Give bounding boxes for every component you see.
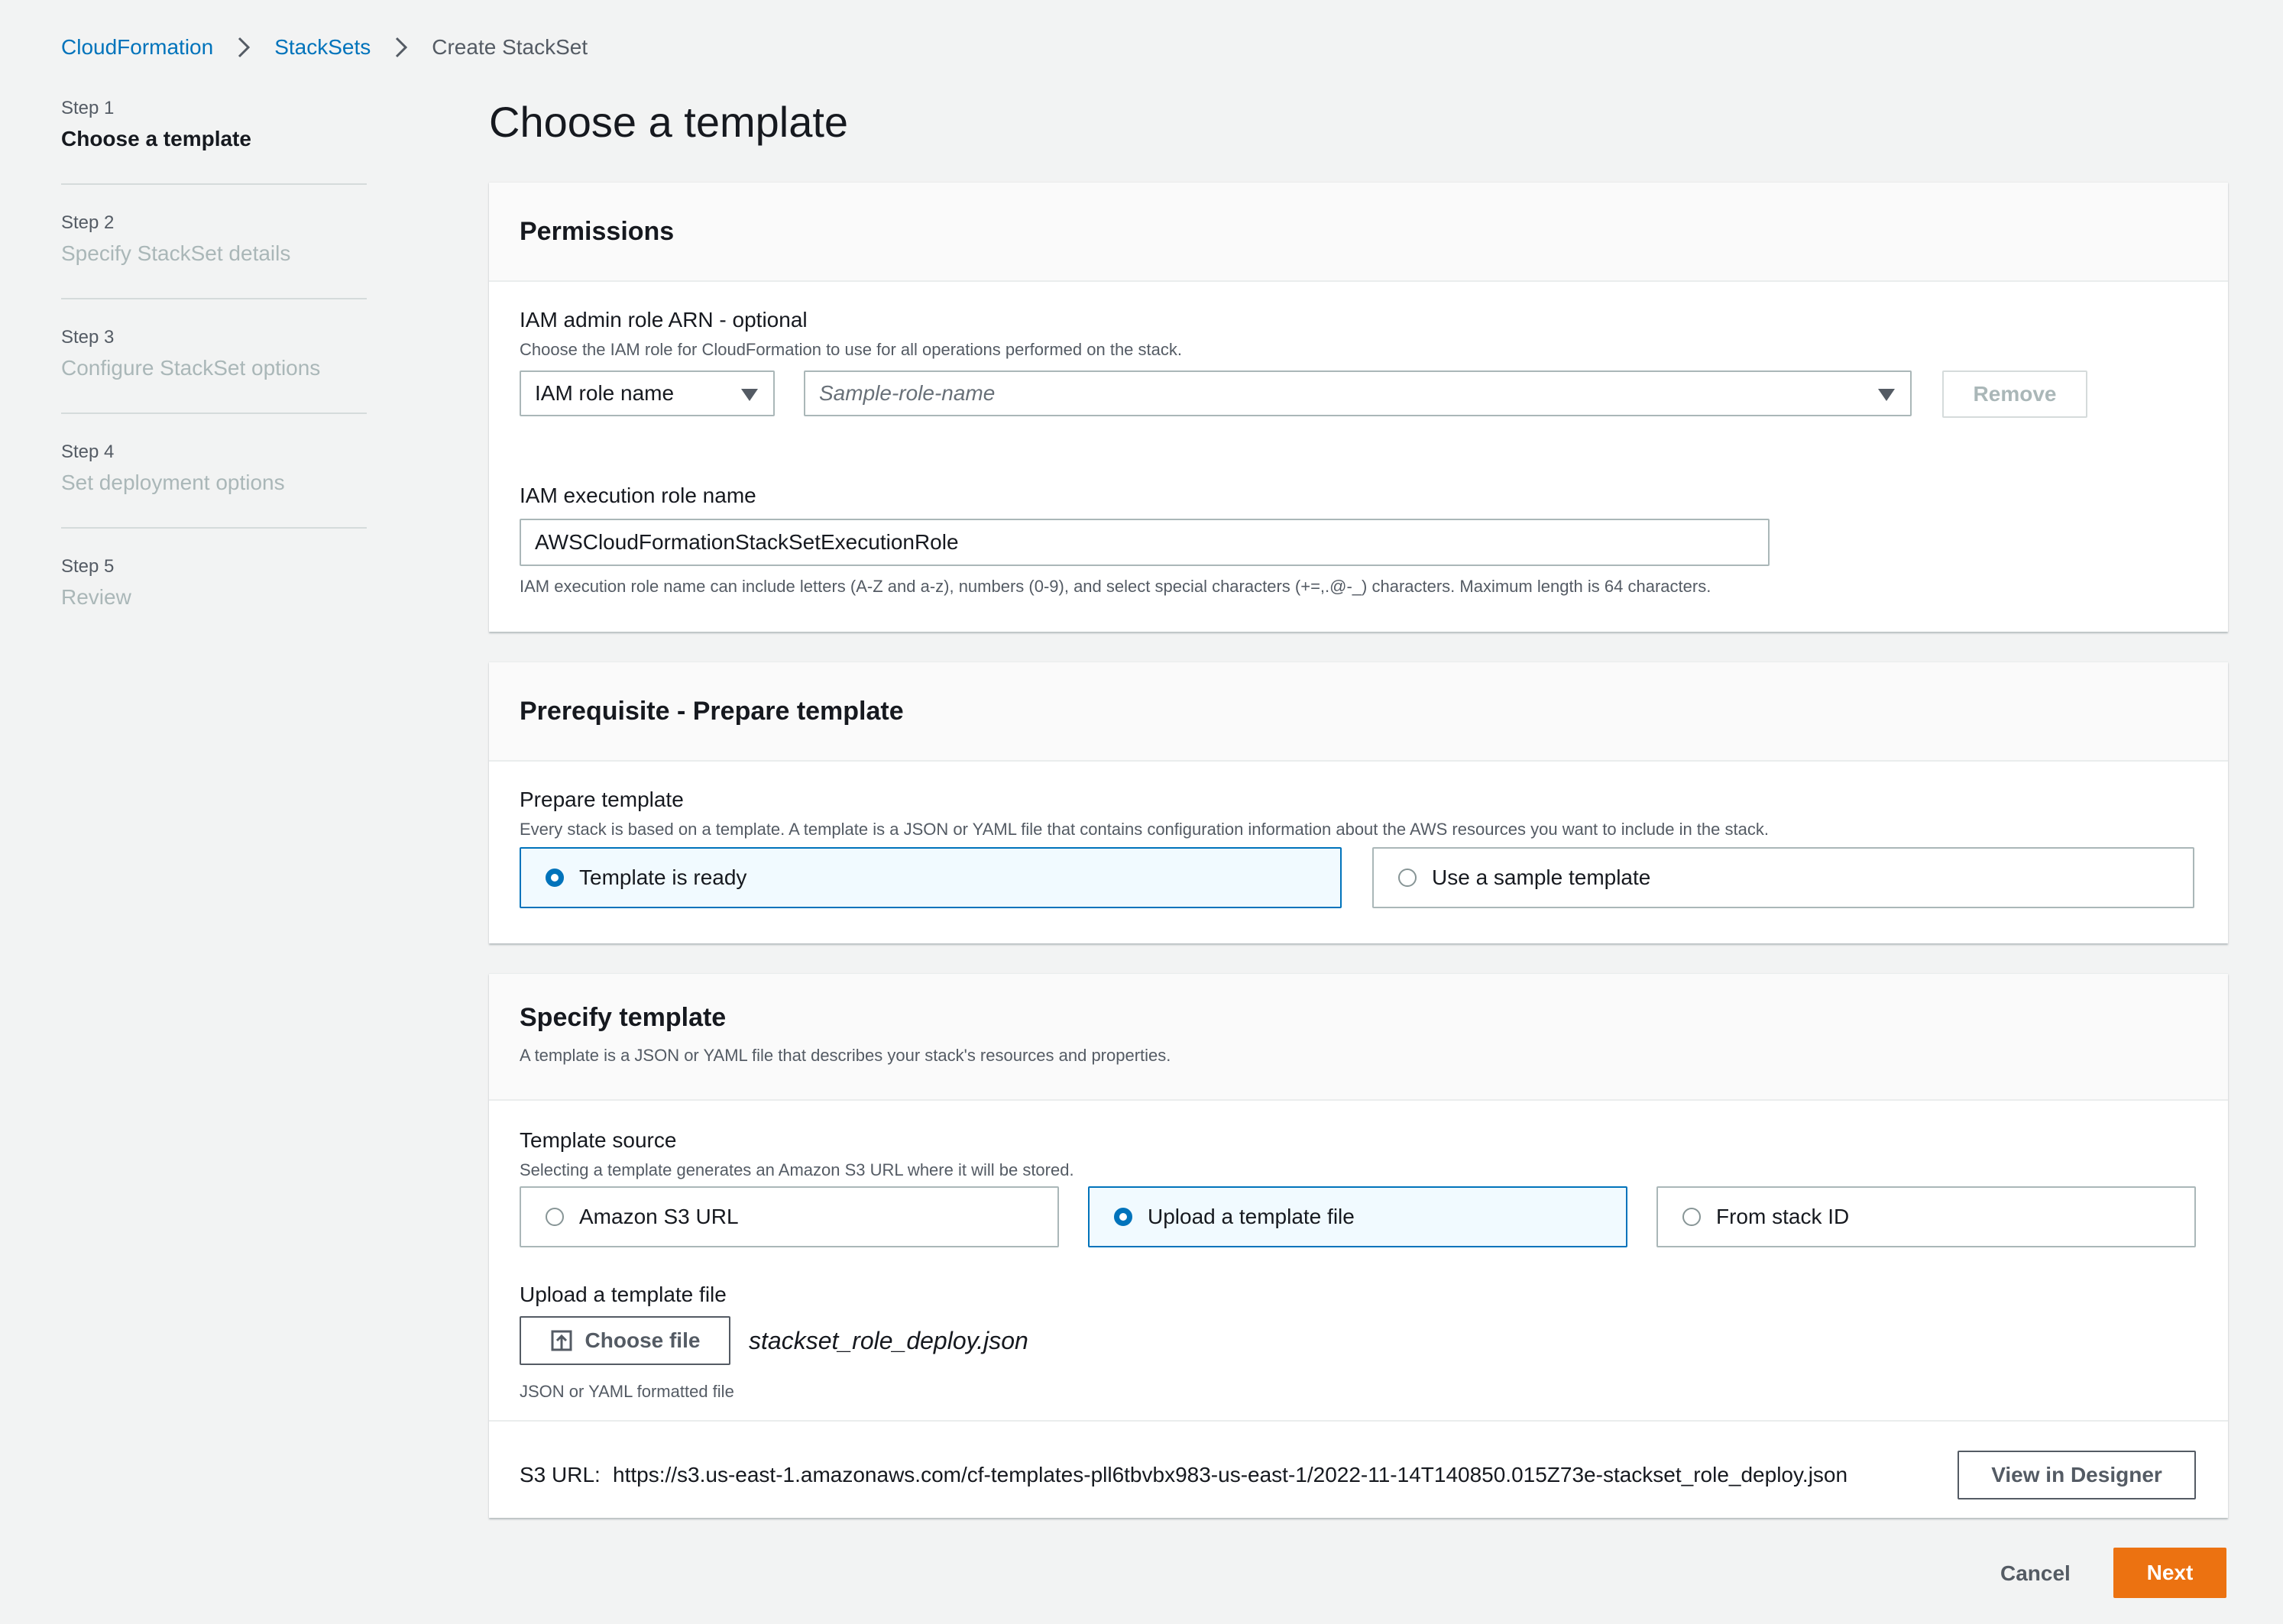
divider	[61, 527, 367, 529]
remove-button[interactable]: Remove	[1942, 370, 2087, 418]
wizard-step-3: Step 3 Configure StackSet options	[61, 321, 367, 435]
selected-file-name: stackset_role_deploy.json	[749, 1327, 1028, 1354]
option-label: From stack ID	[1716, 1205, 1850, 1228]
step-number: Step 1	[61, 98, 115, 118]
panel-header: Prerequisite - Prepare template	[489, 662, 2228, 762]
template-source-description: Selecting a template generates an Amazon…	[520, 1160, 1074, 1179]
view-in-designer-button[interactable]: View in Designer	[1958, 1451, 2196, 1499]
step-number: Step 2	[61, 212, 115, 233]
breadcrumb-stacksets[interactable]: StackSets	[274, 35, 371, 60]
radio-selected-icon	[1114, 1208, 1132, 1226]
step-title: Set deployment options	[61, 471, 285, 494]
breadcrumb-cloudformation[interactable]: CloudFormation	[61, 35, 213, 60]
s3-url-label: S3 URL:	[520, 1463, 601, 1487]
file-format-hint: JSON or YAML formatted file	[520, 1382, 734, 1401]
option-label: Upload a template file	[1148, 1205, 1355, 1228]
role-type-value: IAM role name	[535, 381, 675, 405]
prepare-template-label: Prepare template	[520, 788, 684, 811]
upload-file-label: Upload a template file	[520, 1283, 727, 1306]
step-number: Step 4	[61, 442, 115, 462]
prepare-template-description: Every stack is based on a template. A te…	[520, 820, 1769, 839]
option-sample-template[interactable]: Use a sample template	[1372, 847, 2194, 908]
exec-role-input[interactable]: AWSCloudFormationStackSetExecutionRole	[520, 519, 1770, 566]
source-stack-id[interactable]: From stack ID	[1656, 1186, 2196, 1247]
exec-role-value: AWSCloudFormationStackSetExecutionRole	[535, 530, 959, 554]
admin-role-label: IAM admin role ARN - optional	[520, 308, 808, 332]
caret-down-icon	[1878, 389, 1895, 401]
wizard-step-5: Step 5 Review	[61, 550, 367, 665]
step-number: Step 3	[61, 327, 115, 348]
s3-url-value: https://s3.us-east-1.amazonaws.com/cf-te…	[613, 1463, 1848, 1487]
template-source-label: Template source	[520, 1128, 677, 1152]
exec-role-hint: IAM execution role name can include lett…	[520, 577, 1711, 596]
radio-unselected-icon	[546, 1208, 564, 1226]
panel-header: Specify template A template is a JSON or…	[489, 974, 2228, 1101]
panel-title: Permissions	[520, 216, 675, 246]
source-s3-url[interactable]: Amazon S3 URL	[520, 1186, 1059, 1247]
upload-icon	[550, 1329, 573, 1352]
radio-selected-icon	[546, 869, 564, 887]
option-label: Template is ready	[579, 865, 747, 889]
wizard-step-4: Step 4 Set deployment options	[61, 435, 367, 550]
s3-url-divider	[489, 1420, 2228, 1422]
wizard-steps: Step 1 Choose a template Step 2 Specify …	[61, 92, 367, 665]
panel-header: Permissions	[489, 183, 2228, 282]
divider	[61, 183, 367, 185]
radio-unselected-icon	[1682, 1208, 1701, 1226]
admin-role-description: Choose the IAM role for CloudFormation t…	[520, 340, 1182, 359]
chevron-right-icon	[384, 31, 418, 64]
next-button[interactable]: Next	[2113, 1548, 2226, 1598]
source-upload-file[interactable]: Upload a template file	[1088, 1186, 1627, 1247]
page-title: Choose a template	[489, 98, 849, 146]
chevron-right-icon	[227, 31, 261, 64]
caret-down-icon	[741, 389, 758, 401]
option-template-ready[interactable]: Template is ready	[520, 847, 1342, 908]
panel-title: Specify template	[520, 1003, 727, 1032]
panel-title: Prerequisite - Prepare template	[520, 696, 904, 726]
radio-unselected-icon	[1398, 869, 1417, 887]
exec-role-label: IAM execution role name	[520, 484, 756, 507]
cancel-button[interactable]: Cancel	[2000, 1561, 2071, 1586]
choose-file-button[interactable]: Choose file	[520, 1316, 730, 1365]
role-type-select[interactable]: IAM role name	[520, 370, 775, 416]
option-label: Use a sample template	[1432, 865, 1651, 889]
prerequisite-panel: Prerequisite - Prepare template Prepare …	[489, 662, 2228, 943]
divider	[61, 412, 367, 414]
step-title: Configure StackSet options	[61, 356, 321, 380]
step-number: Step 5	[61, 556, 115, 577]
step-title: Specify StackSet details	[61, 241, 291, 265]
specify-template-panel: Specify template A template is a JSON or…	[489, 973, 2228, 1518]
divider	[61, 298, 367, 299]
wizard-step-1: Step 1 Choose a template	[61, 92, 367, 206]
role-name-placeholder: Sample-role-name	[819, 381, 996, 405]
step-title: Choose a template	[61, 127, 251, 150]
breadcrumb-current: Create StackSet	[432, 35, 588, 59]
role-name-select[interactable]: Sample-role-name	[804, 370, 1912, 416]
choose-file-label: Choose file	[585, 1328, 701, 1352]
step-title: Review	[61, 585, 131, 609]
breadcrumb: CloudFormation StackSets Create StackSet	[61, 31, 588, 64]
option-label: Amazon S3 URL	[579, 1205, 739, 1228]
wizard-step-2: Step 2 Specify StackSet details	[61, 206, 367, 321]
panel-description: A template is a JSON or YAML file that d…	[520, 1046, 1171, 1065]
permissions-panel: Permissions IAM admin role ARN - optiona…	[489, 182, 2228, 632]
